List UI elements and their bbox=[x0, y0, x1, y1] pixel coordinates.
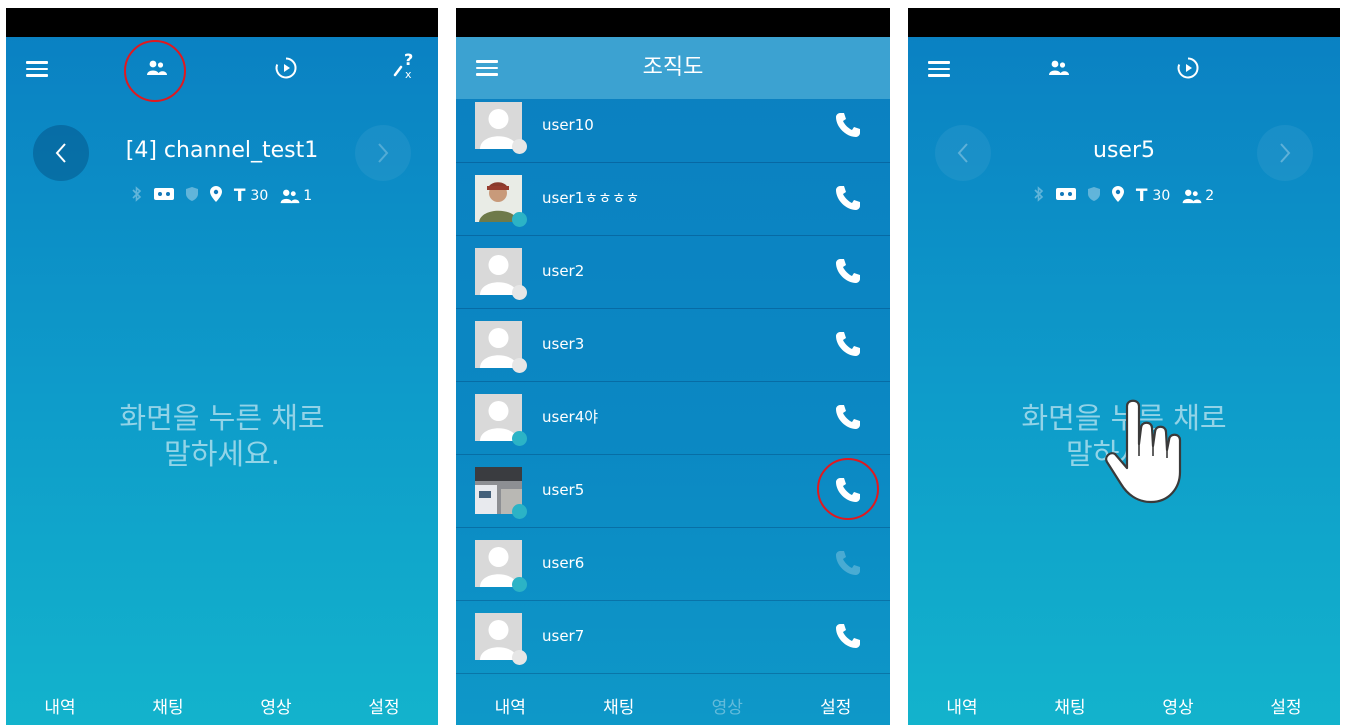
shield-icon bbox=[1087, 187, 1100, 205]
nav-chat[interactable]: 채팅 bbox=[1054, 693, 1085, 718]
nav-settings[interactable]: 설정 bbox=[1270, 693, 1301, 718]
user-name: user5 bbox=[542, 481, 585, 499]
phone-icon[interactable] bbox=[834, 476, 862, 504]
nav-settings[interactable]: 설정 bbox=[368, 693, 399, 718]
status-dot bbox=[512, 212, 527, 227]
bluetooth-icon bbox=[132, 186, 142, 206]
svg-text:x: x bbox=[405, 68, 412, 81]
timer-value: 30 bbox=[250, 188, 269, 204]
channel-title: [4] channel_test1 bbox=[125, 138, 319, 163]
phone-icon bbox=[836, 551, 860, 575]
nav-chat[interactable]: 채팅 bbox=[603, 693, 634, 718]
bluetooth-icon bbox=[1034, 186, 1044, 206]
top-toolbar bbox=[908, 37, 1340, 97]
timer-t-icon: T bbox=[233, 186, 246, 206]
organization-button[interactable] bbox=[142, 53, 172, 83]
status-dot bbox=[512, 139, 527, 154]
svg-text:?: ? bbox=[404, 51, 413, 69]
nav-history[interactable]: 내역 bbox=[495, 693, 526, 718]
timer-t-icon: T bbox=[1135, 186, 1148, 206]
channel-status-row: T 30 1 bbox=[6, 186, 438, 206]
phone-icon[interactable] bbox=[834, 111, 862, 139]
user-name: user3 bbox=[542, 335, 585, 353]
shield-icon bbox=[185, 187, 198, 205]
play-circle-icon bbox=[1177, 57, 1199, 79]
nav-settings[interactable]: 설정 bbox=[820, 693, 851, 718]
hand-pointer-icon bbox=[1105, 399, 1182, 504]
channel-status-row: T 30 2 bbox=[908, 186, 1340, 206]
status-dot bbox=[512, 431, 527, 446]
user-list: user10 user1ㅎㅎㅎㅎ user2 user3 user4야 user… bbox=[456, 99, 890, 685]
phone-icon[interactable] bbox=[834, 330, 862, 358]
video-play-button[interactable] bbox=[271, 53, 301, 83]
phone-icon[interactable] bbox=[834, 622, 862, 650]
nav-history[interactable]: 내역 bbox=[44, 693, 75, 718]
channel-title: user5 bbox=[1093, 138, 1155, 163]
phone-icon[interactable] bbox=[834, 257, 862, 285]
status-dot bbox=[512, 358, 527, 373]
user-name: user2 bbox=[542, 262, 585, 280]
users-icon bbox=[1049, 60, 1069, 75]
play-circle-icon bbox=[275, 57, 297, 79]
list-item[interactable]: user1ㅎㅎㅎㅎ bbox=[456, 162, 890, 236]
status-dot bbox=[512, 577, 527, 592]
header: 조직도 bbox=[456, 37, 890, 99]
nav-video[interactable]: 영상 bbox=[1162, 693, 1193, 718]
user-count: 2 bbox=[1205, 188, 1215, 204]
users-icon bbox=[280, 189, 300, 203]
list-item[interactable]: user10 bbox=[456, 99, 890, 163]
bottom-nav: 내역 채팅 영상 설정 bbox=[908, 685, 1340, 725]
bottom-nav: 내역 채팅 영상 설정 bbox=[456, 685, 890, 725]
organization-button[interactable] bbox=[1044, 53, 1074, 83]
status-dot bbox=[512, 285, 527, 300]
list-item[interactable]: user6 bbox=[456, 527, 890, 601]
location-pin-icon bbox=[1111, 186, 1124, 206]
screen-ptt-call: user5 T 30 2 화면을 누른 채로 말하세요. 내역 채팅 영상 설정 bbox=[908, 8, 1340, 725]
disconnect-button[interactable]: ? x bbox=[390, 51, 420, 81]
user-name: user1ㅎㅎㅎㅎ bbox=[542, 189, 640, 207]
bottom-nav: 내역 채팅 영상 설정 bbox=[6, 685, 438, 725]
status-bar bbox=[908, 8, 1340, 37]
menu-icon[interactable] bbox=[26, 61, 48, 77]
users-icon bbox=[1182, 189, 1202, 203]
nav-video[interactable]: 영상 bbox=[260, 693, 291, 718]
status-dot bbox=[512, 650, 527, 665]
list-item[interactable]: user3 bbox=[456, 308, 890, 382]
video-play-button[interactable] bbox=[1173, 53, 1203, 83]
menu-icon[interactable] bbox=[928, 61, 950, 77]
push-to-talk-area[interactable]: 화면을 누른 채로 말하세요. bbox=[6, 400, 438, 472]
status-bar bbox=[456, 8, 890, 37]
location-pin-icon bbox=[209, 186, 222, 206]
user-name: user6 bbox=[542, 554, 585, 572]
list-item[interactable]: user4야 bbox=[456, 381, 890, 455]
nav-history[interactable]: 내역 bbox=[946, 693, 977, 718]
nav-chat[interactable]: 채팅 bbox=[152, 693, 183, 718]
nav-video[interactable]: 영상 bbox=[712, 693, 743, 718]
phone-icon[interactable] bbox=[834, 403, 862, 431]
hint-line-2: 말하세요. bbox=[164, 437, 280, 471]
list-item[interactable]: user5 bbox=[456, 454, 890, 528]
user-name: user7 bbox=[542, 627, 585, 645]
screen-org-chart: 조직도 user10 user1ㅎㅎㅎㅎ user2 user3 user4야 … bbox=[456, 8, 890, 725]
user-count: 1 bbox=[303, 188, 313, 204]
cassette-icon bbox=[1055, 187, 1076, 205]
user-name: user10 bbox=[542, 116, 594, 134]
list-item[interactable]: user7 bbox=[456, 600, 890, 674]
hint-line-1: 화면을 누른 채로 bbox=[119, 401, 325, 435]
page-title: 조직도 bbox=[642, 55, 704, 80]
status-dot bbox=[512, 504, 527, 519]
top-toolbar: ? x bbox=[6, 37, 438, 102]
timer-value: 30 bbox=[1152, 188, 1171, 204]
status-bar bbox=[6, 8, 438, 37]
cassette-icon bbox=[153, 187, 174, 205]
phone-icon[interactable] bbox=[834, 184, 862, 212]
screen-ptt-channel: ? x [4] channel_test1 T 30 1 화면을 누른 채로 말… bbox=[6, 8, 438, 725]
link-question-icon: ? x bbox=[393, 51, 413, 81]
user-name: user4야 bbox=[542, 408, 599, 426]
users-icon bbox=[147, 60, 167, 75]
list-item[interactable]: user2 bbox=[456, 235, 890, 309]
